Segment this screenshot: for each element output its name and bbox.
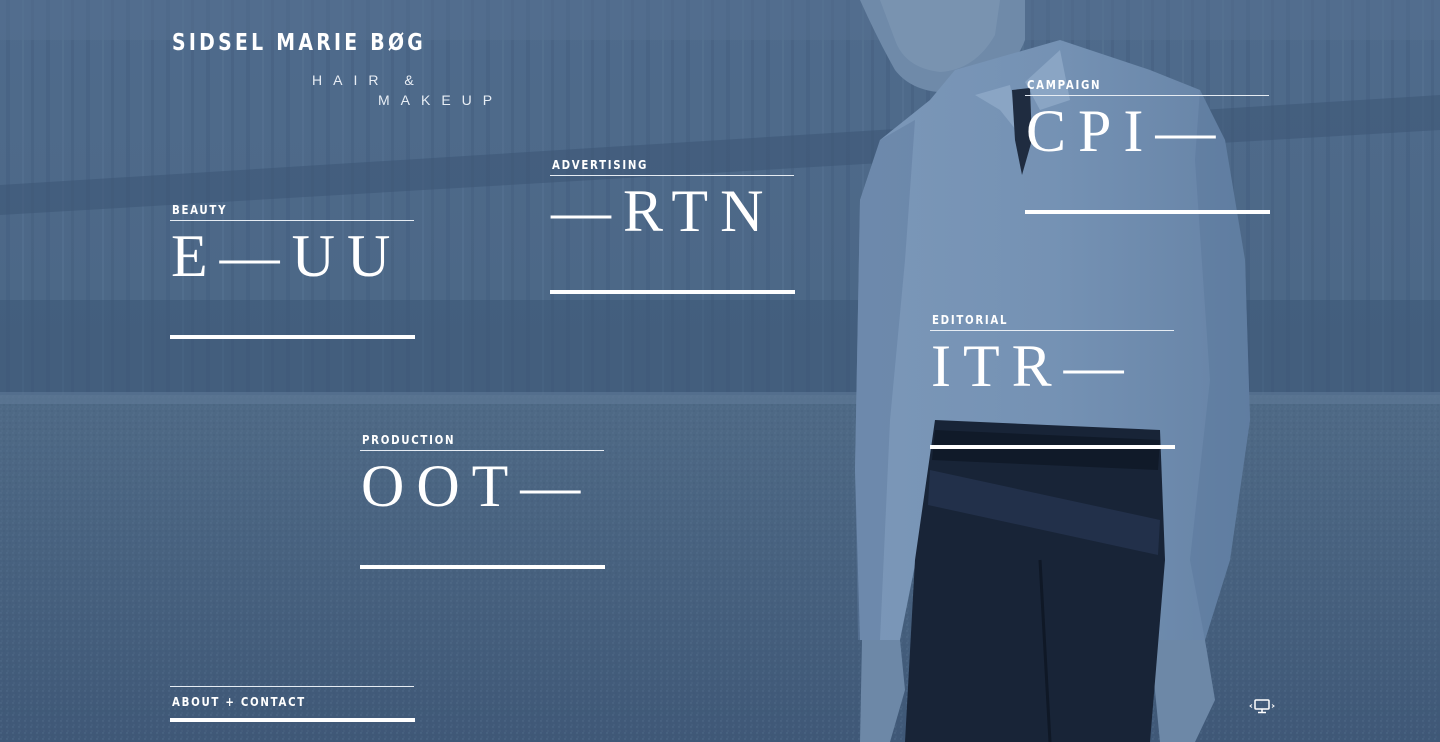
category-campaign-link[interactable]: CAMPAIGN CPI— — [1025, 78, 1270, 221]
category-label: BEAUTY — [172, 203, 228, 217]
about-divider — [170, 686, 414, 687]
category-underline — [930, 445, 1175, 449]
category-underline — [170, 335, 415, 339]
category-divider — [930, 330, 1174, 331]
brand-tagline-line2: MAKEUP — [378, 92, 504, 108]
about-contact-label: ABOUT + CONTACT — [172, 695, 306, 709]
category-divider — [550, 175, 794, 176]
category-underline — [550, 290, 795, 294]
category-code: CPI— — [1026, 98, 1228, 164]
category-editorial-link[interactable]: EDITORIAL ITR— — [930, 313, 1175, 456]
monitor-icon[interactable] — [1248, 696, 1276, 716]
category-label: PRODUCTION — [362, 433, 456, 447]
category-underline — [360, 565, 605, 569]
category-code: E—UU — [171, 223, 403, 289]
about-contact-link[interactable]: ABOUT + CONTACT — [170, 686, 415, 724]
category-label: ADVERTISING — [552, 158, 649, 172]
brand-name: SIDSEL MARIE BØG — [172, 30, 427, 56]
category-code: ITR— — [931, 333, 1136, 399]
category-label: EDITORIAL — [932, 313, 1009, 327]
category-beauty-link[interactable]: BEAUTY E—UU — [170, 203, 415, 346]
brand-logo[interactable]: SIDSEL MARIE BØG HAIR & MAKEUP — [172, 30, 512, 120]
about-underline — [170, 718, 415, 722]
category-divider — [170, 220, 414, 221]
category-label: CAMPAIGN — [1027, 78, 1102, 92]
category-divider — [360, 450, 604, 451]
category-divider — [1025, 95, 1269, 96]
category-advertising-link[interactable]: ADVERTISING —RTN — [550, 158, 795, 301]
category-underline — [1025, 210, 1270, 214]
category-production-link[interactable]: PRODUCTION OOT— — [360, 433, 605, 576]
category-code: —RTN — [551, 178, 776, 244]
category-code: OOT— — [361, 453, 593, 519]
brand-tagline-line1: HAIR & — [312, 72, 425, 88]
